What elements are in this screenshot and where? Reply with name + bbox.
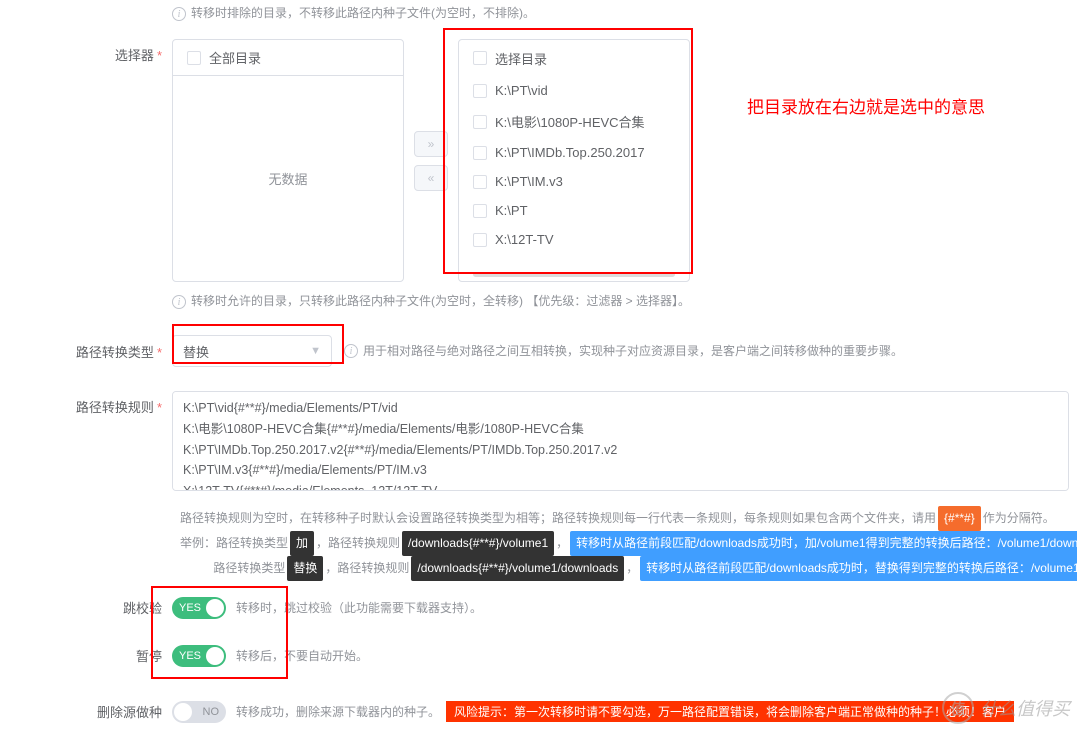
transfer-item[interactable]: X:\12T-TV [459,225,689,254]
skip-check-switch[interactable]: YES [172,597,226,619]
checkbox-icon[interactable] [473,233,487,247]
left-header: 全部目录 [209,48,261,67]
transfer-left-panel[interactable]: 全部目录 无数据 [172,39,404,282]
annotation-text: 把目录放在右边就是选中的意思 [747,93,985,118]
item-text: K:\PT\IM.v3 [495,174,563,189]
transfer-right-panel[interactable]: 选择目录 K:\PT\vid K:\电影\1080P-HEVC合集 K:\PT\IM… [458,39,690,282]
watermark: 值 什么值得买 [942,692,1070,724]
skip-check-label: 跳校验 [123,601,162,616]
checkbox-icon[interactable] [187,51,201,65]
transfer-item[interactable]: K:\PT\IMDb.Top.250.2017 [459,138,689,167]
item-text: K:\PT\IMDb.Top.250.2017 [495,145,645,160]
checkbox-icon[interactable] [473,204,487,218]
pause-switch[interactable]: YES [172,645,226,667]
pause-label: 暂停 [136,649,162,664]
selector-label: 选择器 [115,48,154,63]
transfer-item[interactable]: K:\PT\vid [459,76,689,105]
selector-hint: i 转移时允许的目录，只转移此路径内种子文件(为空时，全转移) 【优先级：过滤器… [172,292,1080,311]
info-icon: i [172,295,186,309]
item-text: K:\PT [495,203,528,218]
transfer-item[interactable]: K:\PT [459,196,689,225]
exclude-dir-hint: i 转移时排除的目录，不转移此路径内种子文件(为空时，不排除)。 [172,4,1080,23]
path-type-select[interactable]: 替换 ▼ [172,335,332,367]
item-text: X:\12T-TV [495,232,554,247]
right-header: 选择目录 [495,49,547,68]
delete-hint: 转移成功，删除来源下载器内的种子。 [236,703,440,720]
hint-text: 用于相对路径与绝对路径之间互相转换，实现种子对应资源目录，是客户端之间转移做种的… [363,342,903,361]
move-left-button[interactable]: « [414,165,448,191]
info-icon: i [172,7,186,21]
select-value: 替换 [183,342,209,361]
checkbox-icon[interactable] [473,175,487,189]
delete-src-label: 删除源做种 [97,705,162,720]
path-rule-label: 路径转换规则 [76,400,154,415]
pause-hint: 转移后，不要自动开始。 [236,647,368,664]
path-rule-textarea[interactable] [172,391,1069,491]
transfer-buttons: » « [414,131,448,191]
path-rule-help: 路径转换规则为空时，在转移种子时默认会设置路径转换类型为相等；路径转换规则每一行… [180,506,1077,580]
hint-text: 转移时允许的目录，只转移此路径内种子文件(为空时，全转移) 【优先级：过滤器 >… [191,292,690,311]
scrollbar[interactable] [473,272,675,277]
path-type-label: 路径转换类型 [76,345,154,360]
item-text: K:\PT\vid [495,83,548,98]
checkbox-icon[interactable] [473,115,487,129]
checkbox-icon[interactable] [473,146,487,160]
transfer-item[interactable]: K:\PT\IM.v3 [459,167,689,196]
move-right-button[interactable]: » [414,131,448,157]
delete-src-switch[interactable]: NO [172,701,226,723]
delete-warning: 风险提示：第一次转移时请不要勾选，万一路径配置错误，将会删除客户端正常做种的种子… [446,701,1014,722]
info-icon: i [344,344,358,358]
left-empty-text: 无数据 [173,76,403,281]
transfer-item[interactable]: K:\电影\1080P-HEVC合集 [459,105,689,138]
chevron-down-icon: ▼ [310,345,321,357]
hint-text: 转移时排除的目录，不转移此路径内种子文件(为空时，不排除)。 [191,4,535,23]
item-text: K:\电影\1080P-HEVC合集 [495,112,645,131]
checkbox-icon[interactable] [473,84,487,98]
checkbox-icon[interactable] [473,51,487,65]
skip-check-hint: 转移时，跳过校验（此功能需要下载器支持）。 [236,599,482,616]
